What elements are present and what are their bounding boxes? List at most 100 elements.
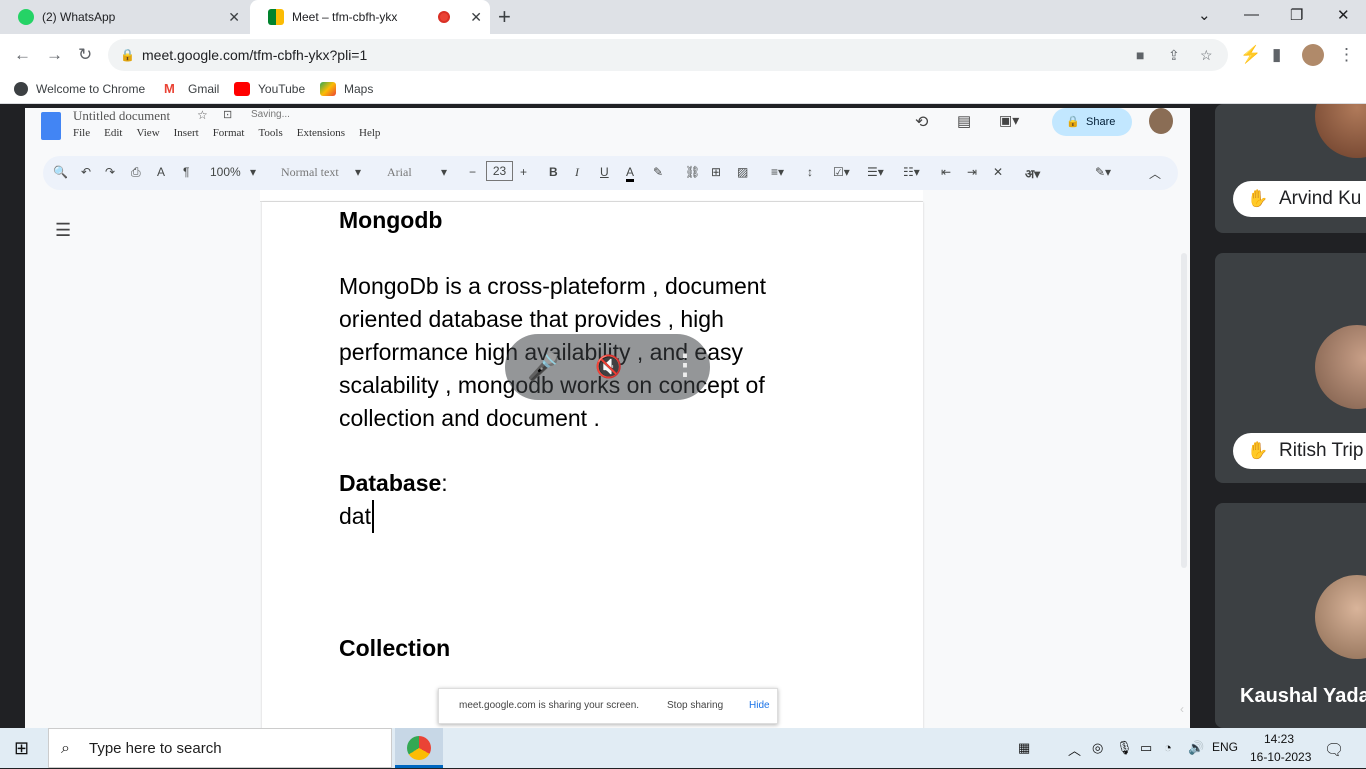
participant-tile[interactable]: ✋ Arvind Ku <box>1215 104 1366 233</box>
ruler[interactable] <box>260 190 923 202</box>
news-widget-icon[interactable]: ▦ <box>1018 740 1030 756</box>
bookmarks-bar: Welcome to Chrome M Gmail YouTube Maps <box>0 76 1366 104</box>
input-tools-icon[interactable]: अ▾ <box>1025 165 1040 182</box>
clock-date[interactable]: 16-10-2023 <box>1250 750 1311 764</box>
document-page[interactable]: Mongodb MongoDb is a cross-plateform , d… <box>262 202 923 728</box>
star-icon[interactable]: ☆ <box>197 108 208 122</box>
notifications-icon[interactable]: 🗨 <box>1324 740 1344 760</box>
spellcheck-icon[interactable]: A <box>157 165 165 179</box>
bookmark-gmail[interactable]: M Gmail <box>164 81 219 96</box>
bookmark-welcome[interactable]: Welcome to Chrome <box>14 82 145 96</box>
bookmark-maps[interactable]: Maps <box>320 82 373 96</box>
checklist-icon[interactable]: ☑▾ <box>833 165 850 179</box>
numbered-list-icon[interactable]: ☷▾ <box>903 165 920 179</box>
search-menus-icon[interactable]: 🔍 <box>53 165 68 179</box>
extensions-icon[interactable]: ⚡ <box>1240 46 1261 64</box>
participant-tile[interactable]: ✋ Ritish Trip <box>1215 253 1366 483</box>
collapse-toolbar-icon[interactable]: ︿ <box>1149 165 1161 182</box>
style-select[interactable]: Normal text <box>281 165 339 180</box>
link-icon[interactable]: ⛓ <box>685 165 700 179</box>
comments-icon[interactable]: ▤ <box>957 112 971 130</box>
editing-mode-icon[interactable]: ✎▾ <box>1095 165 1111 179</box>
collapse-panel-icon[interactable]: ‹ <box>1180 702 1184 716</box>
paint-format-icon[interactable]: ¶ <box>183 165 189 179</box>
font-size-input[interactable]: 23 <box>486 161 513 181</box>
highlight-icon[interactable]: ✎ <box>653 165 663 179</box>
bookmark-youtube[interactable]: YouTube <box>234 82 305 96</box>
more-options-icon[interactable]: ⋮ <box>671 348 699 381</box>
microphone-icon[interactable]: 🎙 <box>1116 740 1133 756</box>
tab-search-icon[interactable]: ⌄ <box>1198 6 1211 24</box>
battery-icon[interactable]: ▭ <box>1140 740 1152 756</box>
hide-button[interactable]: Hide <box>749 700 770 711</box>
camera-in-use-icon[interactable]: ◎ <box>1092 740 1103 756</box>
outline-icon[interactable]: ☰ <box>55 220 71 241</box>
chrome-taskbar-button[interactable] <box>395 728 443 768</box>
tray-chevron-icon[interactable]: ︿ <box>1068 740 1081 759</box>
reload-icon[interactable]: ↻ <box>78 46 92 64</box>
wifi-icon[interactable]: ◔ <box>1164 740 1172 755</box>
speaker-mute-icon[interactable]: 🔇 <box>595 354 622 380</box>
forward-icon[interactable]: → <box>46 46 63 64</box>
text-color-icon[interactable]: A <box>626 165 635 182</box>
clear-formatting-icon[interactable]: ✕ <box>993 165 1003 179</box>
scrollbar[interactable] <box>1181 253 1187 568</box>
menu-insert[interactable]: Insert <box>174 127 199 139</box>
menu-icon[interactable]: ⋮ <box>1338 46 1355 64</box>
line-spacing-icon[interactable]: ↕ <box>807 165 813 179</box>
camera-icon[interactable]: ■ <box>1136 39 1144 71</box>
zoom-select[interactable]: 100% <box>210 165 241 179</box>
bold-icon[interactable]: B <box>549 165 558 179</box>
share-button[interactable]: 🔒 Share <box>1052 108 1132 136</box>
close-tab-icon[interactable]: ✕ <box>470 9 482 26</box>
account-avatar[interactable] <box>1149 108 1173 134</box>
image-icon[interactable]: ▨ <box>737 165 748 179</box>
menu-view[interactable]: View <box>136 127 159 139</box>
participant-tile[interactable]: Kaushal Yada <box>1215 503 1366 728</box>
close-tab-icon[interactable]: ✕ <box>228 9 240 26</box>
comment-add-icon[interactable]: ⊞ <box>711 165 721 179</box>
font-select[interactable]: Arial <box>387 165 412 180</box>
menu-extensions[interactable]: Extensions <box>297 127 345 139</box>
back-icon[interactable]: ← <box>14 46 31 64</box>
underline-icon[interactable]: U <box>600 165 609 179</box>
bulleted-list-icon[interactable]: ☰▾ <box>867 165 884 179</box>
windows-start-icon[interactable]: ⊞ <box>14 738 29 759</box>
volume-icon[interactable]: 🔊 <box>1188 740 1204 756</box>
menu-file[interactable]: File <box>73 127 90 139</box>
address-bar[interactable]: 🔒 meet.google.com/tfm-cbfh-ykx?pli=1 ■ ⇪… <box>108 39 1228 71</box>
bookmark-star-icon[interactable]: ☆ <box>1200 39 1213 71</box>
menu-edit[interactable]: Edit <box>104 127 122 139</box>
decrease-font-icon[interactable]: − <box>469 165 476 179</box>
italic-icon[interactable]: I <box>575 165 579 180</box>
meet-call-icon[interactable]: ▣▾ <box>999 112 1019 129</box>
tab-meet[interactable]: Meet – tfm-cbfh-ykx ✕ <box>250 0 490 34</box>
chrome-icon <box>14 82 28 96</box>
decrease-indent-icon[interactable]: ⇤ <box>941 165 951 179</box>
menu-format[interactable]: Format <box>213 127 245 139</box>
mic-off-icon[interactable]: 🎤 <box>527 352 559 383</box>
tab-whatsapp[interactable]: (2) WhatsApp ✕ <box>0 0 248 34</box>
menu-tools[interactable]: Tools <box>258 127 282 139</box>
align-icon[interactable]: ≡▾ <box>771 165 784 179</box>
new-tab-button[interactable]: + <box>498 5 511 29</box>
stop-sharing-button[interactable]: Stop sharing <box>667 700 723 711</box>
print-icon[interactable]: ⎙ <box>131 165 141 180</box>
move-folder-icon[interactable]: ⊡ <box>223 108 232 121</box>
restore-button[interactable]: ❐ <box>1290 6 1303 24</box>
menu-help[interactable]: Help <box>359 127 380 139</box>
share-page-icon[interactable]: ⇪ <box>1168 39 1180 71</box>
close-window-button[interactable]: ✕ <box>1337 6 1350 24</box>
undo-icon[interactable]: ↶ <box>81 165 91 179</box>
side-panel-icon[interactable]: ▮ <box>1272 46 1281 64</box>
taskbar-search[interactable]: ⌕ Type here to search <box>48 728 392 768</box>
clock-time[interactable]: 14:23 <box>1264 732 1294 746</box>
language-indicator[interactable]: ENG <box>1212 740 1238 754</box>
increase-indent-icon[interactable]: ⇥ <box>967 165 977 179</box>
minimize-button[interactable]: — <box>1244 6 1259 23</box>
version-history-icon[interactable]: ⟲ <box>915 112 928 132</box>
profile-avatar[interactable] <box>1302 44 1324 66</box>
doc-title[interactable]: Untitled document <box>73 108 170 124</box>
redo-icon[interactable]: ↷ <box>105 165 115 179</box>
increase-font-icon[interactable]: + <box>520 165 527 179</box>
